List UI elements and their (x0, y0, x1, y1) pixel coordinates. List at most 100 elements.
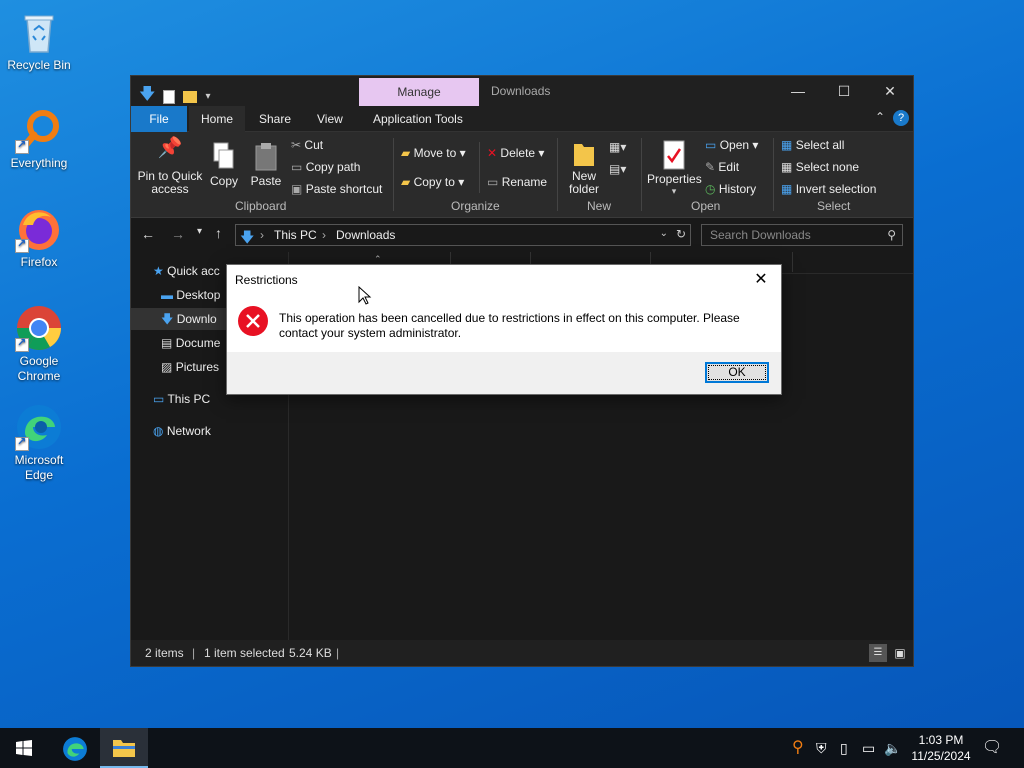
clock-time: 1:03 PM (918, 733, 964, 747)
pin-to-quick-access-button[interactable]: 📌 Pin to Quick access (137, 137, 203, 196)
desktop-icon-chrome[interactable]: Google Chrome (4, 304, 74, 384)
help-icon[interactable]: ? (893, 110, 909, 126)
minimize-button[interactable]: — (775, 76, 821, 106)
edge-icon (15, 403, 63, 451)
notifications-icon[interactable]: 🗨 (982, 728, 1002, 768)
paste-button[interactable]: Paste (247, 142, 285, 188)
breadcrumb-separator-icon: › (260, 228, 264, 242)
new-folder-button[interactable]: New folder (563, 140, 605, 196)
taskbar-edge-button[interactable] (52, 728, 100, 768)
search-input[interactable]: Search Downloads ⚲ (701, 224, 903, 246)
desktop-icon-label: Recycle Bin (7, 58, 71, 72)
new-item-button[interactable]: ▦▾ (609, 140, 626, 154)
copy-to-button[interactable]: ▰ Copy to ▾ (401, 175, 464, 189)
nav-item-documents[interactable]: ▤ Docume (161, 332, 220, 354)
desktop-folder-icon: ▬ (161, 288, 173, 302)
cut-button[interactable]: ✂ Cut (291, 138, 323, 152)
nav-item-desktop[interactable]: ▬ Desktop (161, 284, 220, 306)
ribbon-tabs: File Home Share View Application Tools ⌃… (131, 106, 913, 132)
delete-button[interactable]: ✕ Delete ▾ (487, 146, 544, 160)
select-group-label: Select (817, 199, 851, 213)
dialog-message: This operation has been cancelled due to… (279, 311, 740, 340)
tab-file[interactable]: File (131, 106, 187, 132)
item-count: 2 items (145, 646, 184, 660)
error-icon (237, 305, 269, 340)
nav-item-network[interactable]: ◍ Network (153, 420, 211, 442)
dialog-footer: OK (227, 352, 781, 394)
dialog-close-button[interactable]: ✕ (747, 269, 775, 291)
properties-icon (647, 140, 701, 172)
tab-manage[interactable]: Manage (359, 78, 479, 106)
desktop-icon-label: Everything (10, 156, 68, 170)
desktop-icon-firefox[interactable]: Firefox (4, 205, 74, 270)
mouse-cursor-icon (358, 285, 372, 309)
network-status-icon[interactable]: ▭ (862, 728, 875, 768)
breadcrumb-this-pc[interactable]: This PC (274, 228, 317, 242)
maximize-button[interactable]: ☐ (821, 76, 867, 106)
forward-arrow-icon[interactable]: → (171, 226, 185, 242)
documents-icon: ▤ (161, 336, 173, 350)
restrictions-dialog: Restrictions ✕ This operation has been c… (226, 264, 782, 395)
downloads-icon: 🡇 (161, 312, 174, 326)
clipboard-group-label: Clipboard (235, 199, 287, 213)
close-button[interactable]: ✕ (867, 76, 913, 106)
invert-selection-button[interactable]: ▦ Invert selection (781, 182, 876, 196)
edit-button[interactable]: ✎ Edit (705, 160, 739, 174)
search-icon: ⚲ (887, 228, 896, 242)
security-shield-icon[interactable]: ⛨ (816, 728, 827, 768)
refresh-icon[interactable]: ↻ (676, 227, 686, 241)
details-view-icon[interactable]: ☰ (869, 644, 887, 662)
nav-item-pictures[interactable]: ▨ Pictures (161, 356, 219, 378)
open-group-label: Open (691, 199, 721, 213)
back-arrow-icon[interactable]: ← (141, 226, 155, 242)
pictures-icon: ▨ (161, 360, 173, 374)
large-icons-view-icon[interactable]: ▣ (891, 644, 909, 662)
volume-muted-icon[interactable]: 🔈 (884, 728, 901, 768)
taskbar-file-explorer-button[interactable] (100, 728, 148, 768)
edge-icon (63, 737, 87, 761)
collapse-ribbon-icon[interactable]: ⌃ (875, 110, 885, 124)
tab-home[interactable]: Home (189, 106, 246, 132)
select-none-button[interactable]: ▦ Select none (781, 160, 859, 174)
history-button[interactable]: ◷ History (705, 182, 756, 196)
selected-count: 1 item selected (204, 646, 285, 660)
title-bar: 🡇 ▾ Manage Downloads — ☐ ✕ (131, 76, 913, 106)
pin-icon: 📌 (157, 137, 183, 159)
open-button[interactable]: ▭ Open ▾ (705, 138, 758, 152)
clock[interactable]: 1:03 PM 11/25/2024 (910, 728, 972, 768)
easy-access-button[interactable]: ▤▾ (609, 162, 626, 176)
breadcrumb-downloads[interactable]: Downloads (336, 228, 395, 242)
chrome-icon (15, 304, 63, 352)
nav-item-this-pc[interactable]: ▭ This PC (153, 388, 210, 410)
paste-shortcut-button[interactable]: ▣ Paste shortcut (291, 182, 382, 196)
ok-button[interactable]: OK (705, 362, 769, 383)
divider: | (192, 646, 196, 660)
desktop-icon-edge[interactable]: Microsoft Edge (4, 403, 74, 483)
recent-locations-chevron-icon[interactable]: ▾ (197, 226, 202, 237)
copy-path-button[interactable]: ▭ Copy path (291, 160, 360, 174)
everything-tray-icon[interactable]: ⚲ (792, 728, 804, 768)
move-to-button[interactable]: ▰ Move to ▾ (401, 146, 466, 160)
desktop-icon-recycle-bin[interactable]: Recycle Bin (4, 8, 74, 73)
desktop-icon-everything[interactable]: Everything (4, 106, 74, 171)
tab-share[interactable]: Share (247, 106, 303, 132)
properties-button[interactable]: Properties ▾ (647, 140, 702, 197)
scissors-icon: ✂ (291, 138, 302, 152)
start-button[interactable] (0, 728, 48, 768)
copy-button[interactable]: Copy (207, 142, 241, 188)
nav-item-quick-access[interactable]: ★ Quick acc (153, 260, 220, 282)
address-bar[interactable]: 🡇 › This PC › Downloads ⌄ ↻ (235, 224, 691, 246)
select-all-button[interactable]: ▦ Select all (781, 138, 844, 152)
copy-icon (207, 142, 241, 174)
star-icon: ★ (153, 264, 164, 278)
copy-path-icon: ▭ (291, 160, 303, 174)
address-dropdown-icon[interactable]: ⌄ (660, 228, 668, 239)
rename-button[interactable]: ▭ Rename (487, 175, 547, 189)
up-arrow-icon[interactable]: ↑ (215, 225, 222, 241)
new-folder-quick-icon[interactable] (183, 90, 198, 103)
usb-device-icon[interactable]: ▯ (840, 728, 848, 768)
chevron-down-icon[interactable]: ▾ (205, 91, 210, 102)
properties-checkbox-icon[interactable] (163, 89, 176, 104)
tab-view[interactable]: View (305, 106, 355, 132)
tab-application-tools[interactable]: Application Tools (361, 106, 475, 132)
